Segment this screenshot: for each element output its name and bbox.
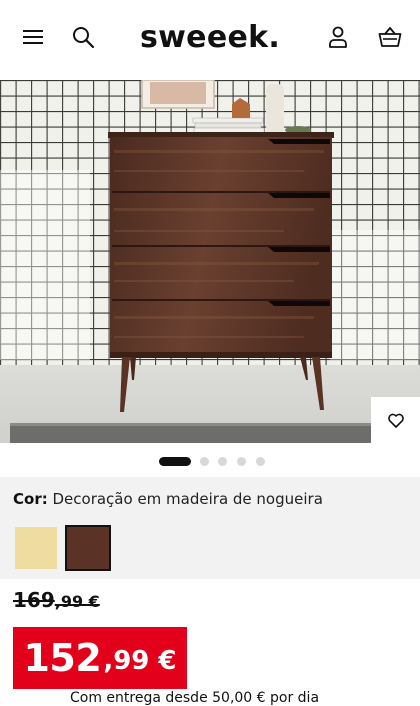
color-selector: Cor: Decoração em madeira de nogueira bbox=[0, 477, 420, 579]
current-price: 152 ,99 € bbox=[13, 627, 187, 689]
account-icon[interactable] bbox=[325, 24, 351, 50]
pagination-dot[interactable] bbox=[200, 457, 209, 466]
header: sweeek. bbox=[0, 0, 420, 80]
old-price: 169,99 € bbox=[13, 588, 100, 612]
swatch-walnut[interactable] bbox=[65, 525, 111, 571]
price-dec: ,99 € bbox=[103, 646, 177, 676]
menu-icon[interactable] bbox=[20, 24, 46, 50]
favorite-button[interactable] bbox=[371, 397, 420, 443]
basket-icon[interactable] bbox=[377, 24, 403, 50]
pagination-dot[interactable] bbox=[218, 457, 227, 466]
color-label-line: Cor: Decoração em madeira de nogueira bbox=[13, 490, 323, 508]
heart-icon bbox=[387, 413, 404, 428]
old-price-dec: ,99 € bbox=[54, 592, 100, 611]
site-logo[interactable]: sweeek. bbox=[140, 20, 280, 55]
color-value: Decoração em madeira de nogueira bbox=[52, 490, 323, 508]
pagination-dot[interactable] bbox=[237, 457, 246, 466]
search-icon[interactable] bbox=[70, 24, 96, 50]
old-price-int: 169 bbox=[13, 588, 55, 612]
swatch-light-wood[interactable] bbox=[15, 527, 57, 569]
color-label: Cor: bbox=[13, 490, 48, 508]
gallery-pagination bbox=[0, 456, 420, 466]
pagination-dot[interactable] bbox=[256, 457, 265, 466]
shipping-info: Com entrega desde 50,00 € por dia bbox=[70, 690, 320, 706]
product-image[interactable] bbox=[0, 80, 420, 443]
pagination-dot[interactable] bbox=[159, 457, 191, 466]
price-int: 152 bbox=[23, 636, 102, 680]
